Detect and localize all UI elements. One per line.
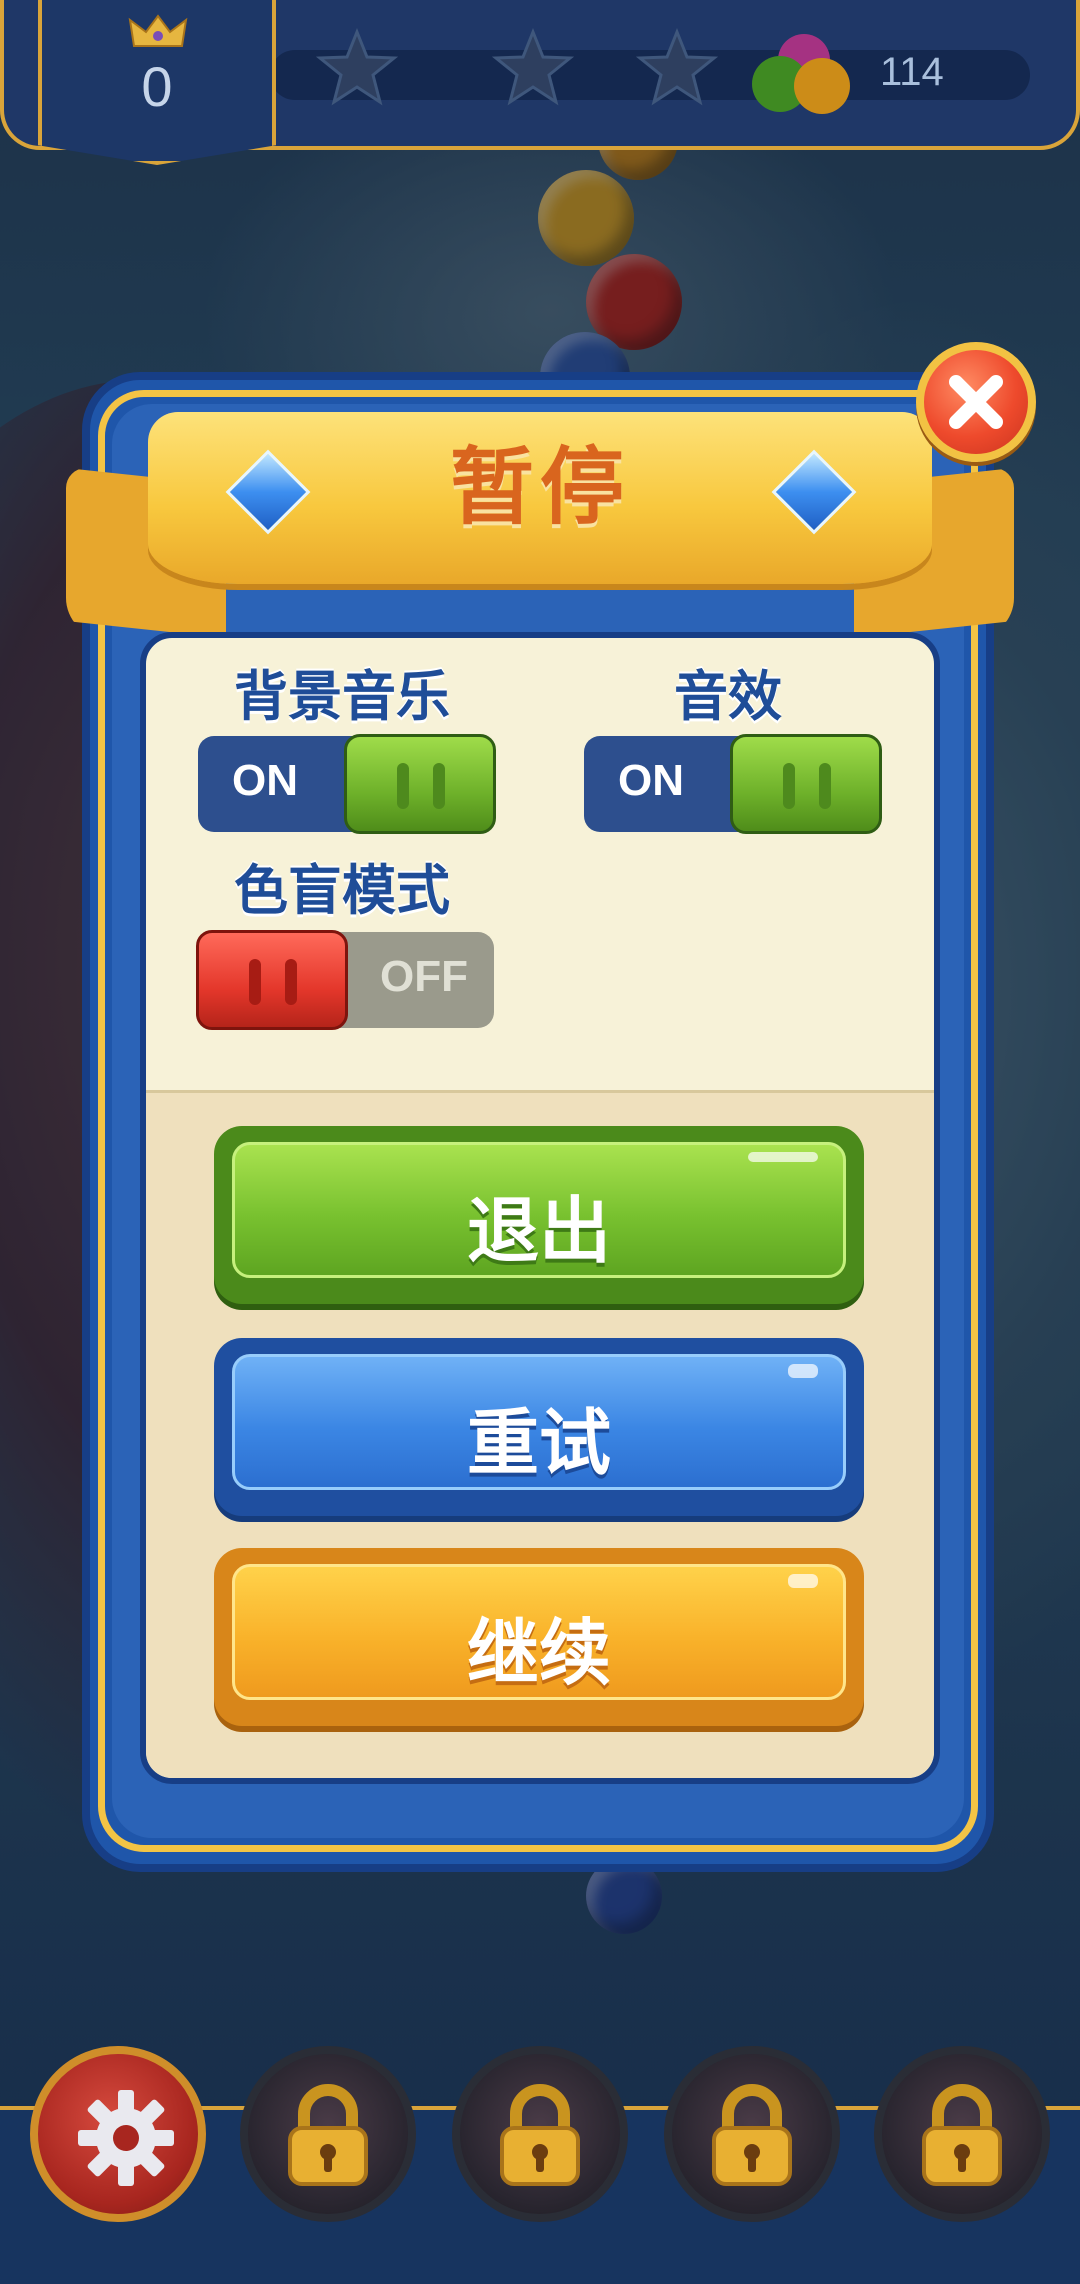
retry-button-label: 重试 bbox=[466, 1401, 611, 1485]
locked-booster-slot[interactable] bbox=[452, 2046, 628, 2222]
music-toggle[interactable]: ON bbox=[198, 734, 496, 834]
music-toggle-state: ON bbox=[232, 756, 298, 805]
star-icon bbox=[492, 28, 574, 106]
close-icon bbox=[949, 375, 1003, 429]
colorblind-mode-toggle-state: OFF bbox=[380, 952, 468, 1001]
balls-icon bbox=[752, 34, 850, 114]
locked-booster-slot[interactable] bbox=[240, 2046, 416, 2222]
sound-effects-label: 音效 bbox=[674, 665, 782, 728]
crown-score: 0 bbox=[141, 55, 173, 118]
star-icon bbox=[316, 28, 398, 106]
lock-icon bbox=[288, 2084, 368, 2186]
continue-button-label: 继续 bbox=[466, 1611, 611, 1695]
toggle-knob bbox=[344, 734, 496, 834]
locked-booster-slot[interactable] bbox=[664, 2046, 840, 2222]
star-icon bbox=[636, 28, 718, 106]
sound-effects-toggle[interactable]: ON bbox=[584, 734, 882, 834]
colorblind-mode-label: 色盲模式 bbox=[234, 859, 450, 922]
gear-icon bbox=[78, 2090, 174, 2186]
sound-effects-toggle-state: ON bbox=[618, 756, 684, 805]
continue-button[interactable]: 继续 bbox=[214, 1548, 864, 1726]
close-button[interactable] bbox=[916, 342, 1036, 462]
settings-button[interactable] bbox=[30, 2046, 206, 2222]
lock-icon bbox=[922, 2084, 1002, 2186]
lock-icon bbox=[500, 2084, 580, 2186]
dialog-title: 暂停 bbox=[449, 438, 630, 536]
toggle-knob bbox=[196, 930, 348, 1030]
locked-booster-slot[interactable] bbox=[874, 2046, 1050, 2222]
retry-button[interactable]: 重试 bbox=[214, 1338, 864, 1516]
toggle-knob bbox=[730, 734, 882, 834]
exit-button[interactable]: 退出 bbox=[214, 1126, 864, 1304]
ball-count: 114 bbox=[880, 50, 944, 94]
lock-icon bbox=[712, 2084, 792, 2186]
exit-button-label: 退出 bbox=[466, 1189, 611, 1273]
colorblind-mode-toggle[interactable]: OFF bbox=[196, 930, 494, 1030]
music-label: 背景音乐 bbox=[234, 665, 450, 728]
crown-icon bbox=[128, 14, 188, 47]
